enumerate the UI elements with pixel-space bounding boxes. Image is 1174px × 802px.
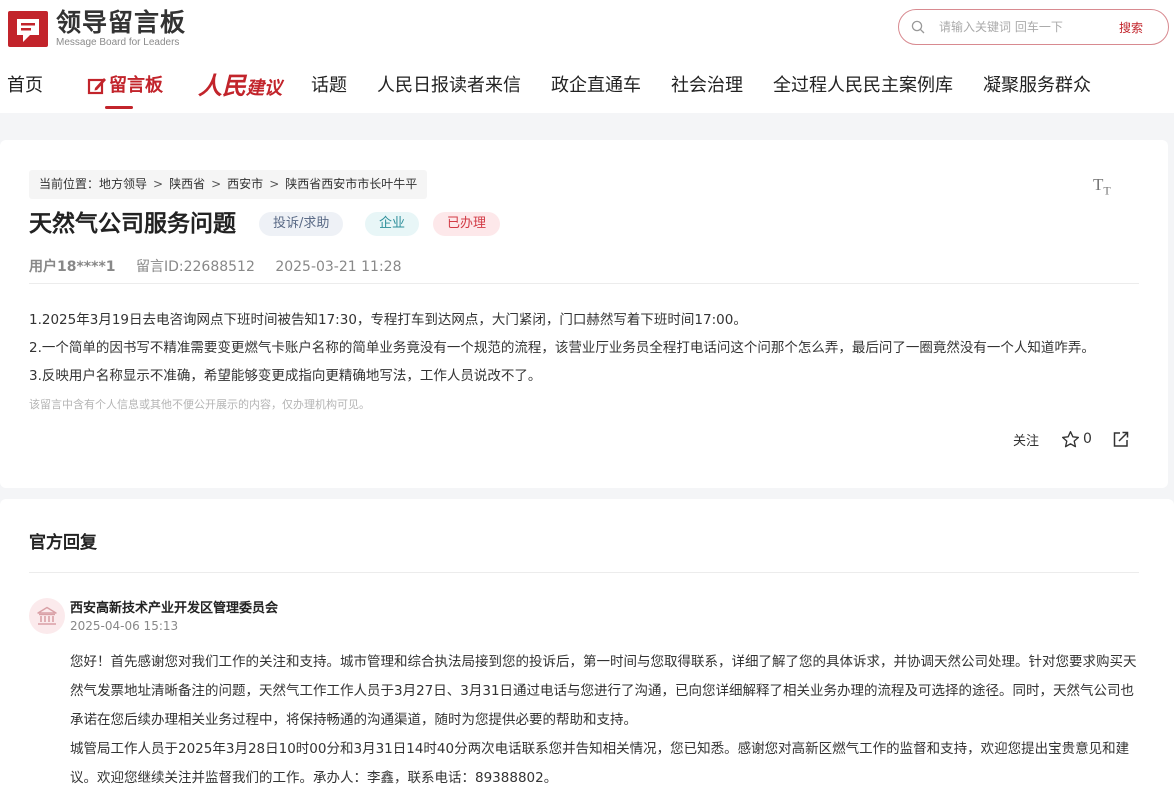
reply-date: 2025-04-06 15:13 xyxy=(70,619,179,633)
message-content: 1.2025年3月19日去电咨询网点下班时间被告知17:30，专程打车到达网点，… xyxy=(29,306,1144,390)
divider xyxy=(29,572,1139,573)
breadcrumb-item[interactable]: 陕西省西安市市长叶牛平 xyxy=(285,177,417,191)
message-id: 留言ID:22688512 xyxy=(135,259,255,275)
share-icon[interactable] xyxy=(1112,430,1130,448)
message-actions: 关注 0 xyxy=(1013,428,1130,450)
message-user: 用户18****1 xyxy=(29,259,116,275)
tag-type: 投诉/求助 xyxy=(259,212,344,236)
nav-home[interactable]: 首页 xyxy=(7,70,43,102)
nav-service-groups[interactable]: 凝聚服务群众 xyxy=(983,70,1091,102)
font-size-toggle[interactable]: TT xyxy=(1093,175,1111,198)
divider xyxy=(29,283,1139,284)
follow-button[interactable]: 关注 xyxy=(1013,430,1039,449)
nav-people-suggest[interactable]: 人民建议 xyxy=(198,70,282,105)
logo-title: 领导留言板 xyxy=(56,8,187,37)
breadcrumb-prefix: 当前位置： xyxy=(39,177,100,191)
breadcrumb-separator: > xyxy=(269,177,280,191)
edit-note-icon xyxy=(87,78,106,95)
privacy-note: 该留言中含有个人信息或其他不便公开展示的内容，仅办理机构可见。 xyxy=(29,398,370,411)
font-toggle-small: T xyxy=(1103,183,1111,198)
message-line: 3.反映用户名称显示不准确，希望能够变更成指向更精确地写法，工作人员说改不了。 xyxy=(29,368,542,384)
logo-mark-icon xyxy=(8,11,48,47)
nav-democracy-cases[interactable]: 全过程人民民主案例库 xyxy=(773,70,953,102)
message-card: 当前位置：地方领导 > 陕西省 > 西安市 > 陕西省西安市市长叶牛平 TT 天然气公司服务… xyxy=(0,140,1168,488)
font-toggle-big: T xyxy=(1093,175,1104,194)
tag-org: 企业 xyxy=(365,212,420,236)
breadcrumb: 当前位置：地方领导 > 陕西省 > 西安市 > 陕西省西安市市长叶牛平 xyxy=(29,170,428,199)
site-logo[interactable]: 领导留言板 Message Board for Leaders xyxy=(8,8,186,50)
nav-topics[interactable]: 话题 xyxy=(311,70,347,102)
message-meta: 用户18****1 留言ID:22688512 2025-03-21 11:28 xyxy=(29,256,417,276)
search-button[interactable]: 搜索 xyxy=(1119,19,1143,36)
nav-social-governance[interactable]: 社会治理 xyxy=(671,70,743,102)
nav-message-board-label: 留言板 xyxy=(109,75,163,96)
reply-paragraph: 您好！首先感谢您对我们工作的关注和支持。城市管理和综合执法局接到您的投诉后，第一… xyxy=(70,654,1137,728)
org-avatar xyxy=(29,598,65,634)
reply-org-name: 西安高新技术产业开发区管理委员会 xyxy=(70,601,279,616)
star-count: 0 xyxy=(1083,431,1092,447)
nav-active-underline xyxy=(105,106,133,109)
star-icon[interactable] xyxy=(1061,430,1080,449)
message-line: 2.一个简单的因书写不精准需要变更燃气卡账户名称的简单业务竟没有一个规范的流程，… xyxy=(29,340,1095,356)
message-line: 1.2025年3月19日去电咨询网点下班时间被告知17:30，专程打车到达网点，… xyxy=(29,312,747,328)
search-input[interactable] xyxy=(937,19,1115,35)
reply-heading: 官方回复 xyxy=(29,533,97,553)
nav-people-suggest-label: 建议 xyxy=(246,78,282,99)
nav-people-suggest-logo: 人民 xyxy=(198,71,246,100)
top-header: 领导留言板 Message Board for Leaders 搜索 首页 留言… xyxy=(0,0,1174,113)
nav-readers-letters[interactable]: 人民日报读者来信 xyxy=(377,70,521,102)
government-building-icon xyxy=(37,606,57,625)
search-icon xyxy=(911,20,925,34)
official-reply-card: 官方回复 西安高新技术产业开发区管理委员会 2025-04-06 15:13 您… xyxy=(0,499,1174,802)
message-datetime: 2025-03-21 11:28 xyxy=(275,259,402,275)
reply-body: 您好！首先感谢您对我们工作的关注和支持。城市管理和综合执法局接到您的投诉后，第一… xyxy=(70,648,1142,793)
message-title: 天然气公司服务问题 xyxy=(29,211,236,237)
logo-subtitle: Message Board for Leaders xyxy=(56,37,180,48)
main-nav: 首页 留言板 人民建议 话题 人民日报读者来信 政企直通车 社会治理 全过程人民… xyxy=(0,70,1174,109)
breadcrumb-item[interactable]: 陕西省 xyxy=(169,177,205,191)
breadcrumb-item[interactable]: 西安市 xyxy=(227,177,263,191)
search-box: 搜索 xyxy=(898,9,1169,45)
reply-paragraph: 城管局工作人员于2025年3月28日10时00分和3月31日14时40分两次电话… xyxy=(70,741,1130,786)
status-badge: 已办理 xyxy=(433,212,501,236)
nav-gov-business[interactable]: 政企直通车 xyxy=(551,70,641,102)
breadcrumb-item[interactable]: 地方领导 xyxy=(99,177,147,191)
nav-message-board[interactable]: 留言板 xyxy=(87,70,163,102)
breadcrumb-separator: > xyxy=(153,177,164,191)
breadcrumb-separator: > xyxy=(211,177,222,191)
